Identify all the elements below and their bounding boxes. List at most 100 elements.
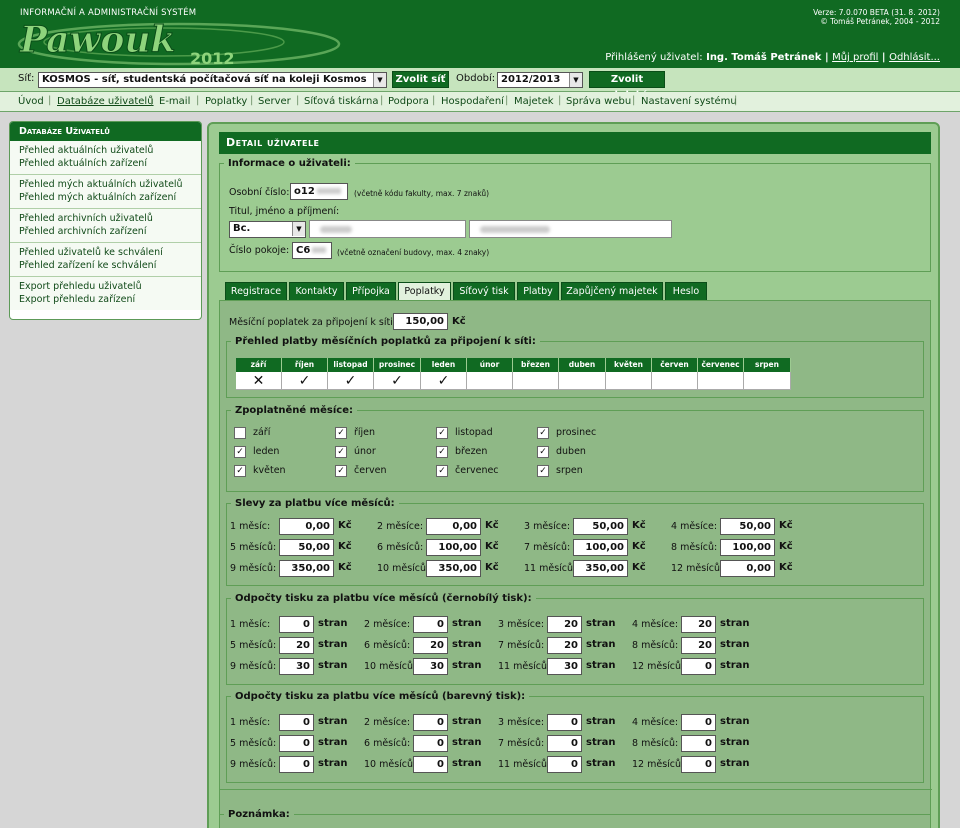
tab-connection[interactable]: Přípojka (346, 282, 396, 300)
menu-item-fees[interactable]: Poplatky (205, 96, 247, 107)
discounts-input[interactable]: 0,00 (426, 518, 481, 535)
discounts-input[interactable]: 50,00 (279, 539, 334, 556)
discounts-label: 10 měsíců: (377, 563, 430, 574)
tab-borrowed-property[interactable]: Zapůjčený majetek (561, 282, 663, 300)
month-checkbox[interactable]: ✓ (436, 427, 448, 439)
month-checkbox[interactable]: ✓ (537, 446, 549, 458)
menu-item-printer[interactable]: Síťová tiskárna (304, 96, 378, 107)
tab-network-print[interactable]: Síťový tisk (453, 282, 515, 300)
menu-item-web-admin[interactable]: Správa webu (566, 96, 631, 107)
color-input[interactable]: 0 (547, 714, 582, 731)
bw-unit: stran (452, 660, 482, 671)
sidebar-link[interactable]: Export přehledu zařízení (19, 293, 201, 306)
tab-contacts[interactable]: Kontakty (289, 282, 344, 300)
last-name-input[interactable] (469, 220, 672, 238)
color-input[interactable]: 0 (547, 735, 582, 752)
color-input[interactable]: 0 (413, 756, 448, 773)
month-checkbox[interactable] (234, 427, 246, 439)
bw-input[interactable]: 0 (681, 658, 716, 675)
menu-item-property[interactable]: Majetek (514, 96, 554, 107)
menu-item-server[interactable]: Server (258, 96, 291, 107)
tab-registration[interactable]: Registrace (225, 282, 287, 300)
room-input[interactable]: C6 (292, 242, 332, 259)
bw-input[interactable]: 20 (681, 616, 716, 633)
bw-input[interactable]: 30 (547, 658, 582, 675)
payment-month-header: září (236, 358, 282, 372)
bw-input[interactable]: 20 (547, 637, 582, 654)
bw-input[interactable]: 20 (279, 637, 314, 654)
discounts-input[interactable]: 100,00 (573, 539, 628, 556)
color-input[interactable]: 0 (413, 714, 448, 731)
sidebar-link[interactable]: Přehled mých aktuálních uživatelů (19, 178, 201, 191)
bw-input[interactable]: 30 (413, 658, 448, 675)
color-input[interactable]: 0 (681, 756, 716, 773)
menu-item-support[interactable]: Podpora (388, 96, 429, 107)
month-checkbox[interactable]: ✓ (537, 427, 549, 439)
sidebar-link[interactable]: Přehled archivních uživatelů (19, 212, 201, 225)
month-checkbox[interactable]: ✓ (234, 465, 246, 477)
bw-unit: stran (720, 660, 750, 671)
sidebar-link[interactable]: Přehled archivních zařízení (19, 225, 201, 238)
bw-input[interactable]: 0 (413, 616, 448, 633)
color-unit: stran (586, 737, 616, 748)
tab-password[interactable]: Heslo (665, 282, 707, 300)
profile-link[interactable]: Můj profil (832, 52, 878, 63)
title-select[interactable]: Bc. ▼ (229, 221, 306, 238)
bw-input[interactable]: 20 (681, 637, 716, 654)
discounts-input[interactable]: 0,00 (279, 518, 334, 535)
color-label: 12 měsíců: (632, 759, 685, 770)
month-checkbox[interactable]: ✓ (234, 446, 246, 458)
color-label: 1 měsíc: (230, 717, 271, 728)
menu-item-users-db[interactable]: Databáze uživatelů (57, 96, 154, 107)
menu-item-email[interactable]: E-mail (159, 96, 190, 107)
period-select[interactable]: 2012/2013 ▼ (497, 72, 583, 88)
discounts-input[interactable]: 350,00 (279, 560, 334, 577)
first-name-input[interactable] (309, 220, 466, 238)
month-checkbox-label: říjen (354, 427, 376, 438)
color-input[interactable]: 0 (279, 714, 314, 731)
month-checkbox[interactable]: ✓ (335, 446, 347, 458)
bw-input[interactable]: 0 (279, 616, 314, 633)
logout-link[interactable]: Odhlásit... (889, 52, 940, 63)
month-checkbox-label: prosinec (556, 427, 597, 438)
month-checkbox[interactable]: ✓ (537, 465, 549, 477)
month-checkbox[interactable]: ✓ (436, 446, 448, 458)
discounts-input[interactable]: 350,00 (573, 560, 628, 577)
sidebar-link[interactable]: Přehled aktuálních uživatelů (19, 144, 201, 157)
sidebar-link[interactable]: Přehled zařízení ke schválení (19, 259, 201, 272)
personal-no-input[interactable]: o12 (290, 183, 348, 200)
sidebar-link[interactable]: Přehled mých aktuálních zařízení (19, 191, 201, 204)
sidebar-link[interactable]: Export přehledu uživatelů (19, 280, 201, 293)
color-input[interactable]: 0 (279, 756, 314, 773)
sidebar-link[interactable]: Přehled uživatelů ke schválení (19, 246, 201, 259)
discounts-input[interactable]: 0,00 (720, 560, 775, 577)
choose-period-button[interactable]: Zvolit období (589, 71, 665, 101)
discounts-input[interactable]: 50,00 (573, 518, 628, 535)
menu-item-economy[interactable]: Hospodaření (441, 96, 504, 107)
month-checkbox-label: srpen (556, 465, 583, 476)
choose-network-button[interactable]: Zvolit síť (392, 71, 449, 88)
bw-input[interactable]: 20 (413, 637, 448, 654)
color-input[interactable]: 0 (681, 714, 716, 731)
monthly-fee-input[interactable]: 150,00 (393, 313, 448, 330)
month-checkbox[interactable]: ✓ (335, 465, 347, 477)
menu-item-uvod[interactable]: Úvod (18, 96, 44, 107)
discounts-input[interactable]: 100,00 (426, 539, 481, 556)
color-input[interactable]: 0 (681, 735, 716, 752)
color-input[interactable]: 0 (547, 756, 582, 773)
color-input[interactable]: 0 (279, 735, 314, 752)
discounts-input[interactable]: 350,00 (426, 560, 481, 577)
tab-fees[interactable]: Poplatky (398, 282, 451, 300)
sidebar-link[interactable]: Přehled aktuálních zařízení (19, 157, 201, 170)
sidebar-group: Přehled mých aktuálních uživatelů Přehle… (10, 175, 201, 209)
color-input[interactable]: 0 (413, 735, 448, 752)
month-checkbox[interactable]: ✓ (436, 465, 448, 477)
discounts-input[interactable]: 50,00 (720, 518, 775, 535)
bw-input[interactable]: 30 (279, 658, 314, 675)
bw-input[interactable]: 20 (547, 616, 582, 633)
tab-payments[interactable]: Platby (517, 282, 559, 300)
menu-item-settings[interactable]: Nastavení systému (641, 96, 737, 107)
network-select[interactable]: KOSMOS - síť, studentská počítačová síť … (38, 72, 387, 88)
month-checkbox[interactable]: ✓ (335, 427, 347, 439)
discounts-input[interactable]: 100,00 (720, 539, 775, 556)
